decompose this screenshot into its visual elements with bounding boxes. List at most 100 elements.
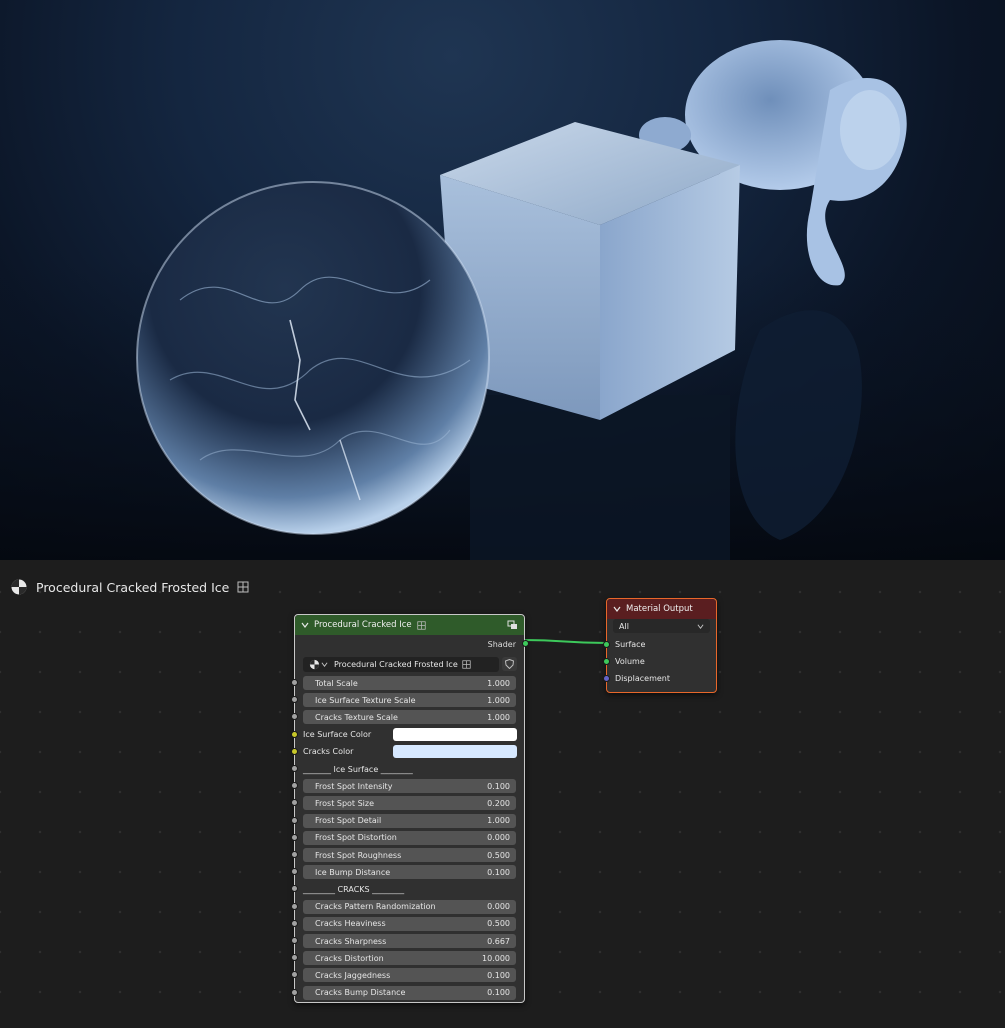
node-tree-icon	[416, 620, 426, 630]
input-value: 0.200	[487, 798, 510, 808]
float-input-socket[interactable]	[291, 713, 298, 721]
input-value: 1.000	[487, 678, 510, 688]
output-input-displacement: Displacement	[615, 671, 708, 685]
fake-user-button[interactable]	[502, 657, 517, 671]
float-input-socket[interactable]	[291, 679, 298, 686]
input-value: 0.667	[487, 936, 510, 946]
shader-output-socket[interactable]	[522, 640, 529, 647]
material-sphere-icon	[309, 659, 320, 670]
input-field[interactable]: Frost Spot Distortion 0.000	[303, 830, 516, 845]
material-output-title: Material Output	[626, 604, 693, 614]
input-label: Cracks Texture Scale	[315, 712, 398, 722]
ice-surface-separator: _______ Ice Surface ________	[303, 762, 516, 776]
input-field[interactable]: Ice Bump Distance 0.100	[303, 865, 516, 880]
datablock-selector[interactable]: Procedural Cracked Frosted Ice	[303, 657, 499, 672]
input-value: 0.500	[487, 919, 510, 929]
float-input-socket[interactable]	[291, 696, 298, 704]
input-value: 0.000	[487, 902, 510, 912]
input-value: 10.000	[482, 953, 510, 963]
input-field[interactable]: Cracks Texture Scale 1.000	[303, 710, 516, 725]
cracks-color-socket[interactable]	[291, 747, 298, 755]
input-field[interactable]: Frost Spot Detail 1.000	[303, 813, 516, 828]
float-input-socket[interactable]	[291, 833, 298, 841]
float-input-socket[interactable]	[291, 988, 298, 996]
float-input-socket[interactable]	[291, 799, 298, 807]
shader-output-row: Shader	[303, 637, 516, 651]
float-input-socket[interactable]	[291, 919, 298, 927]
input-field[interactable]: Cracks Sharpness 0.667	[303, 934, 516, 948]
material-header: Procedural Cracked Frosted Ice	[10, 577, 249, 597]
render-scene	[0, 40, 1005, 560]
node-tree-icon	[237, 581, 249, 593]
input-value: 0.100	[487, 781, 510, 791]
output-target-value: All	[619, 621, 629, 631]
material-sphere-icon	[11, 579, 27, 595]
input-field[interactable]: Cracks Jaggedness 0.100	[303, 968, 516, 983]
input-field[interactable]: Cracks Heaviness 0.500	[303, 916, 516, 931]
ice-surface-separator-socket[interactable]	[291, 765, 298, 772]
float-input-socket[interactable]	[291, 851, 298, 858]
input-value: 0.100	[487, 867, 510, 877]
material-output-header[interactable]: Material Output	[607, 599, 716, 619]
group-node-header[interactable]: Procedural Cracked Ice	[295, 615, 524, 635]
float-input-socket[interactable]	[291, 971, 298, 979]
material-name: Procedural Cracked Frosted Ice	[36, 579, 230, 595]
input-value: 1.000	[487, 695, 510, 705]
input-label: Cracks Pattern Randomization	[315, 902, 436, 912]
output-target-select[interactable]: All	[613, 619, 710, 633]
ice-surface-color-socket[interactable]	[291, 730, 298, 738]
node-tree-icon	[462, 660, 471, 669]
input-value: 0.100	[487, 988, 510, 998]
input-label: Frost Spot Detail	[315, 816, 382, 826]
displacement-socket[interactable]	[603, 675, 610, 682]
input-label: Cracks Sharpness	[315, 936, 387, 946]
float-input-socket[interactable]	[291, 816, 298, 824]
datablock-name: Procedural Cracked Frosted Ice	[334, 660, 458, 669]
input-field[interactable]: Cracks Bump Distance 0.100	[303, 985, 516, 1000]
float-input-socket[interactable]	[291, 902, 298, 910]
chevron-down-icon[interactable]	[321, 661, 328, 668]
input-value: 0.000	[487, 833, 510, 843]
float-input-socket[interactable]	[291, 954, 298, 962]
cracks-color-swatch[interactable]	[393, 744, 517, 758]
input-field[interactable]: Cracks Distortion 10.000	[303, 951, 516, 966]
input-value: 0.100	[487, 970, 510, 980]
chevron-down-icon[interactable]	[301, 621, 309, 629]
input-label: Cracks Jaggedness	[315, 970, 391, 980]
ice-surface-color-label: Ice Surface Color	[303, 730, 372, 740]
input-label: Cracks Heaviness	[315, 919, 386, 929]
float-input-socket[interactable]	[291, 782, 298, 790]
surface-socket[interactable]	[603, 641, 610, 648]
node-editor[interactable]: Procedural Cracked Frosted Ice Procedura…	[0, 560, 1005, 1028]
float-input-socket[interactable]	[291, 937, 298, 944]
chevron-down-icon[interactable]	[613, 605, 621, 613]
float-input-socket[interactable]	[291, 868, 298, 876]
input-value: 0.500	[487, 850, 510, 860]
cracks-separator-socket[interactable]	[291, 885, 298, 893]
input-label: Cracks Distortion	[315, 953, 384, 963]
input-value: 1.000	[487, 816, 510, 826]
shader-output-label: Shader	[487, 639, 516, 649]
cracks-separator: ________ CRACKS ________	[303, 882, 516, 896]
output-input-volume: Volume	[615, 654, 708, 668]
input-field[interactable]: Ice Surface Texture Scale 1.000	[303, 693, 516, 708]
ice-surface-color-swatch[interactable]	[393, 727, 517, 741]
input-label: Ice Surface Texture Scale	[315, 695, 416, 705]
group-edit-icon[interactable]	[507, 620, 518, 630]
material-output-node[interactable]: Material Output All Surface Volume Displ…	[603, 598, 717, 693]
volume-label: Volume	[615, 656, 645, 666]
cracks-separator-label: ________ CRACKS ________	[303, 884, 405, 894]
input-field[interactable]: Frost Spot Size 0.200	[303, 796, 516, 811]
shield-icon	[505, 659, 514, 669]
input-field[interactable]: Cracks Pattern Randomization 0.000	[303, 899, 516, 914]
ice-sphere	[136, 181, 490, 535]
volume-socket[interactable]	[603, 658, 610, 665]
displacement-label: Displacement	[615, 673, 670, 683]
render-preview	[0, 0, 1005, 560]
input-field[interactable]: Frost Spot Roughness 0.500	[303, 848, 516, 862]
group-node-title: Procedural Cracked Ice	[314, 620, 412, 630]
input-field[interactable]: Total Scale 1.000	[303, 676, 516, 690]
input-field[interactable]: Frost Spot Intensity 0.100	[303, 779, 516, 794]
group-node[interactable]: Procedural Cracked Ice Shader Procedural…	[291, 614, 529, 1003]
input-label: Frost Spot Roughness	[315, 850, 402, 860]
